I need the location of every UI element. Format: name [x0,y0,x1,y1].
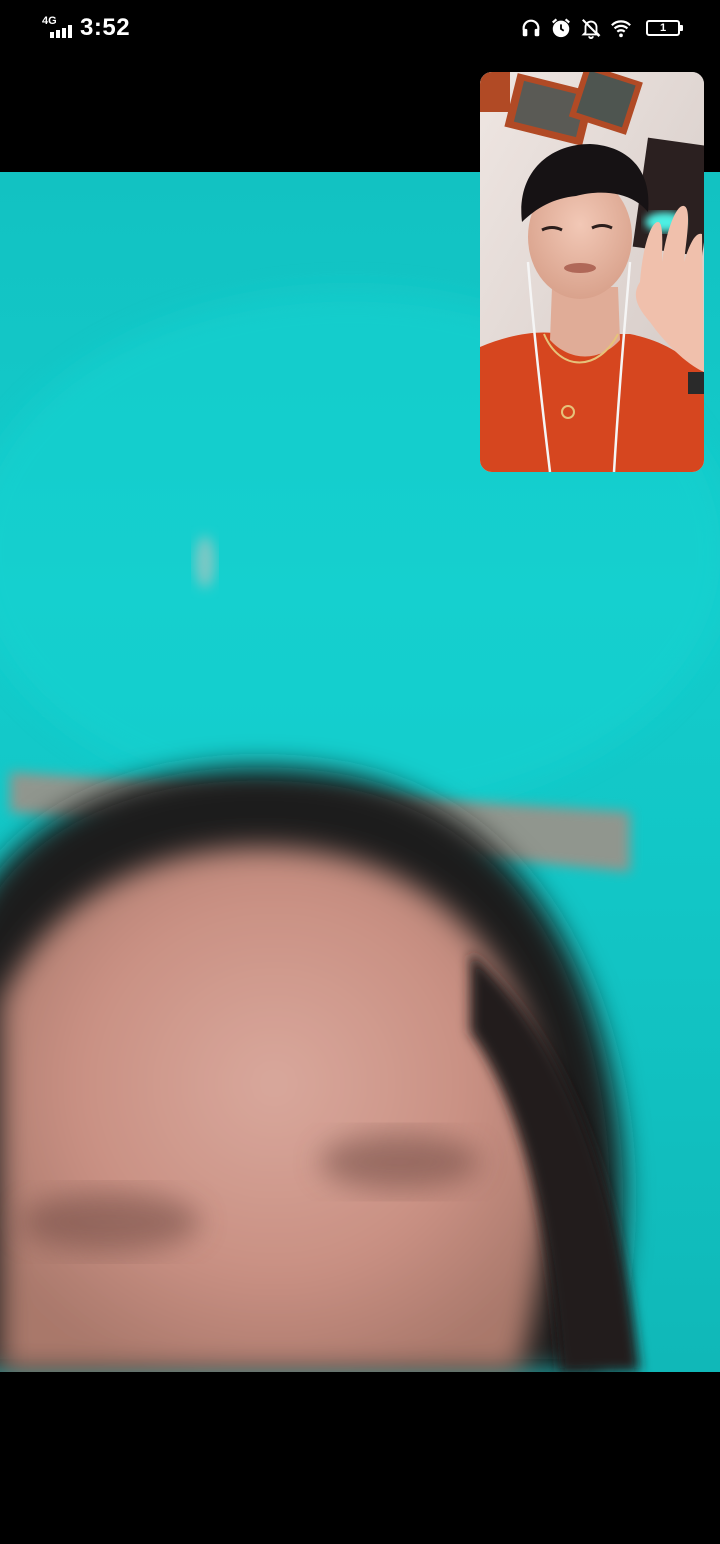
headphones-icon [522,19,540,37]
wifi-icon [611,20,631,38]
battery-icon: 1 [646,20,683,36]
self-participant-image [480,72,704,472]
notifications-off-icon [581,19,601,39]
status-icons: 1 [520,16,683,40]
video-call-screen: 4G 3:52 1 [0,0,720,1544]
self-camera-preview[interactable] [480,72,704,472]
status-bar: 4G 3:52 1 [0,0,720,58]
status-time: 3:52 [80,14,131,41]
alarm-icon [552,18,570,38]
signal-icon [50,25,72,38]
